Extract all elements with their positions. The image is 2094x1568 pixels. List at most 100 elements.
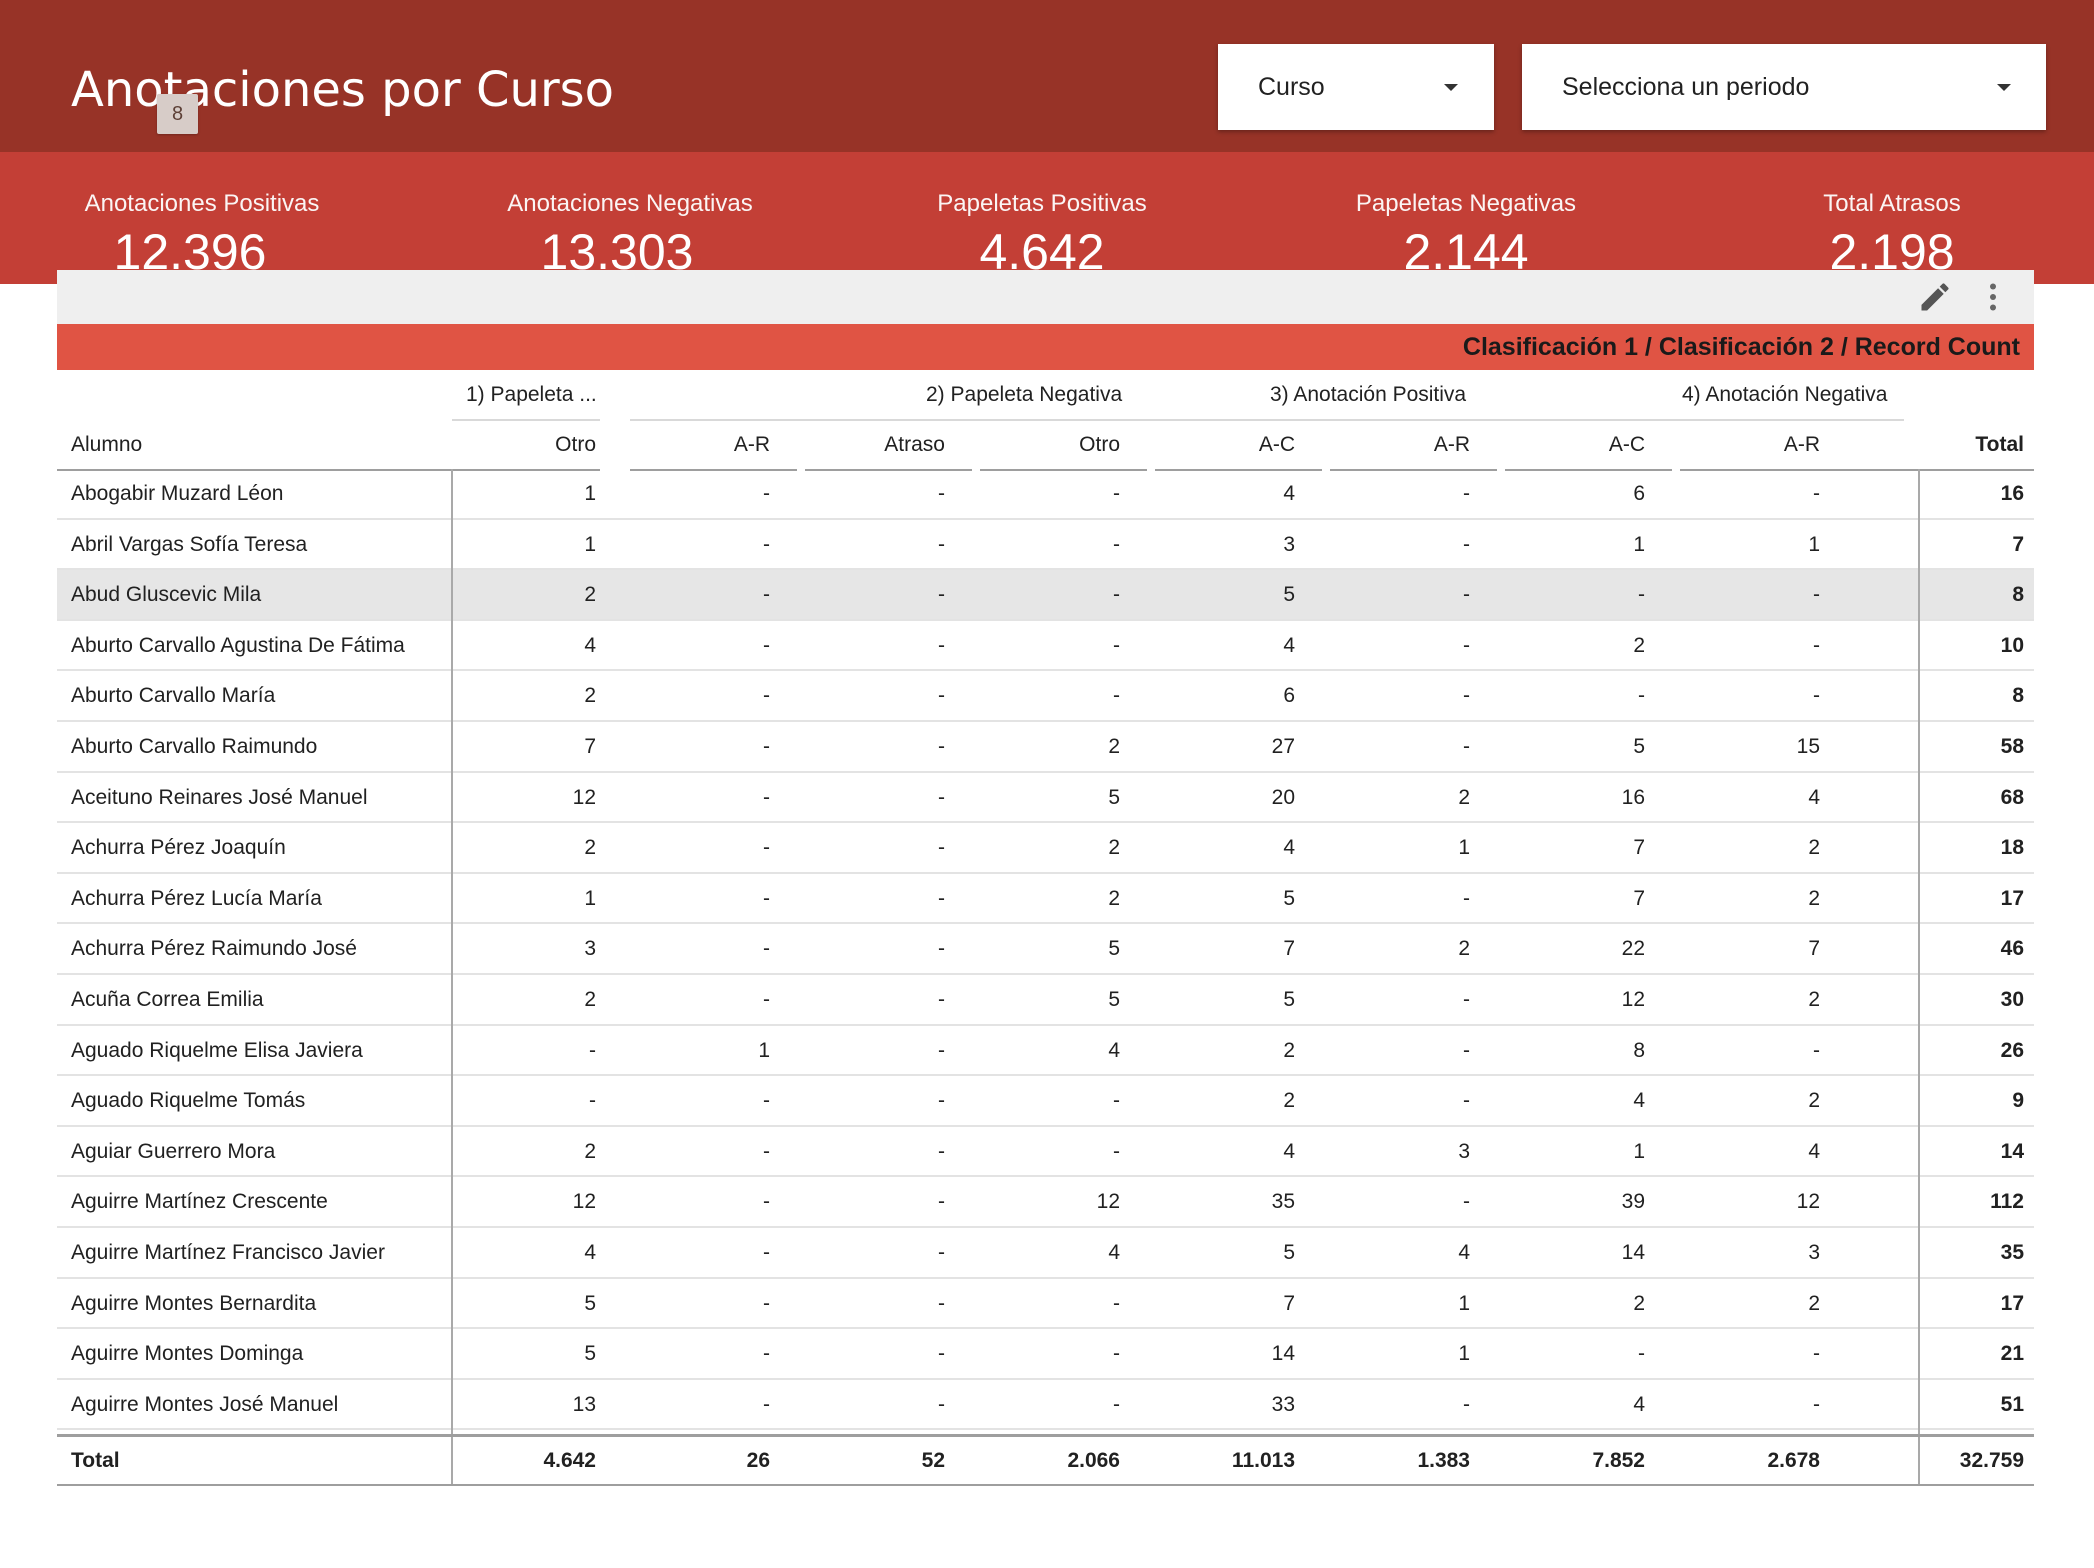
chevron-down-icon <box>1444 84 1458 91</box>
table-cell: 7 <box>1283 937 1295 961</box>
row-total: 17 <box>2000 1291 2024 1315</box>
table-cell: - <box>1463 532 1470 556</box>
table-cell: 3 <box>1283 532 1295 556</box>
table-cell: 7 <box>1633 886 1645 910</box>
chevron-down-icon <box>1997 84 2011 91</box>
table-cell: 4 <box>1108 1240 1120 1264</box>
table-cell: 7 <box>1808 937 1820 961</box>
table-cell: - <box>763 937 770 961</box>
more-vertical-icon[interactable] <box>1975 279 2011 315</box>
table-row[interactable]: Achurra Pérez Joaquín 2 - - 2 4 1 7 2 18 <box>57 823 2034 874</box>
pivot-banner-text: Clasificación 1 / Clasificación 2 / Reco… <box>1462 333 2020 361</box>
table-cell: 3 <box>1808 1240 1820 1264</box>
table-cell: 1 <box>584 532 596 556</box>
table-body: Abogabir Muzard Léon 1- - -4-6-16 Abril Varg… <box>57 469 2034 1431</box>
col-header[interactable]: A-R <box>1330 430 1470 460</box>
page-title: Anotaciones por Curso <box>71 62 615 118</box>
group-divider <box>630 419 1904 421</box>
table-cell: - <box>1463 886 1470 910</box>
totals-cell: 2.066 <box>1067 1449 1120 1472</box>
table-cell: 2 <box>1808 836 1820 860</box>
table-row[interactable]: Abogabir Muzard Léon 1 - - - 4 - 6 - 16 <box>57 469 2034 520</box>
row-name: Aguirre Martínez Crescente <box>71 1190 328 1214</box>
table-cell: - <box>1463 482 1470 505</box>
table-row[interactable]: Aburto Carvallo Raimundo 7 - - 2 27 - 5 15 58 <box>57 722 2034 773</box>
table-cell: - <box>938 1038 945 1062</box>
table-cell: 5 <box>1633 734 1645 758</box>
table-row[interactable]: Acuña Correa Emilia 2 - - 5 5 - 12 2 30 <box>57 975 2034 1026</box>
table-row[interactable]: Aguado Riquelme Elisa Javiera - 1 - 4 2 - 8 - 26 <box>57 1026 2034 1077</box>
table-row[interactable]: Aburto Carvallo Agustina De Fátima 4 - - - 4 -… <box>57 621 2034 672</box>
table-cell: - <box>938 1089 945 1113</box>
table-cell: - <box>1113 1139 1120 1163</box>
table-cell: 4 <box>1808 1139 1820 1163</box>
table-cell: - <box>938 1190 945 1214</box>
table-cell: 1 <box>584 482 596 505</box>
row-name: Aceituno Reinares José Manuel <box>71 785 368 809</box>
row-total: 18 <box>2000 836 2024 860</box>
row-total: 26 <box>2000 1038 2024 1062</box>
table-cell: 5 <box>1283 987 1295 1011</box>
table-cell: 2 <box>584 583 596 607</box>
table-row[interactable]: Aceituno Reinares José Manuel 12 - - 5 20 2 16 4… <box>57 773 2034 824</box>
table-cell: - <box>1463 583 1470 607</box>
table-row[interactable]: Achurra Pérez Raimundo José 3- -5 7 2 22 7 46 <box>57 924 2034 975</box>
col-header[interactable]: Otro <box>452 430 596 460</box>
row-name: Aguirre Martínez Francisco Javier <box>71 1240 385 1264</box>
table-row[interactable]: Aguiar Guerrero Mora 2- - -4 3 1 4 14 <box>57 1127 2034 1178</box>
table-cell: 6 <box>1633 482 1645 505</box>
col-header[interactable]: A-R <box>1680 430 1820 460</box>
pencil-icon[interactable] <box>1917 279 1953 315</box>
table-row[interactable]: Aburto Carvallo María 2 - - - 6 - - - 8 <box>57 671 2034 722</box>
row-total: 21 <box>2000 1342 2024 1366</box>
table-cell: 4 <box>584 633 596 657</box>
table-cell: 2 <box>584 684 596 708</box>
col-header[interactable]: A-C <box>1505 430 1645 460</box>
table-row[interactable]: Aguirre Montes Dominga 5 - - - 14 1 - - 21 <box>57 1329 2034 1380</box>
curso-select[interactable]: Curso <box>1218 44 1494 130</box>
row-name: Aguado Riquelme Tomás <box>71 1089 306 1113</box>
table-cell: - <box>1113 532 1120 556</box>
table-row[interactable]: Abril Vargas Sofía Teresa 1 - - - 3 - 1 1 7 <box>57 520 2034 571</box>
row-name: Achurra Pérez Joaquín <box>71 836 286 860</box>
table-row[interactable]: Aguado Riquelme Tomás - - - - 2 - 4 2 9 <box>57 1076 2034 1127</box>
row-name: Aguado Riquelme Elisa Javiera <box>71 1038 363 1062</box>
col-header[interactable]: A-R <box>630 430 770 460</box>
table-cell: 1 <box>1808 532 1820 556</box>
periodo-select[interactable]: Selecciona un periodo <box>1522 44 2046 130</box>
table-cell: 7 <box>1283 1291 1295 1315</box>
table-row[interactable]: Aguirre Martínez Francisco Javier 4 - - 4 5 4 1… <box>57 1228 2034 1279</box>
table-cell: 2 <box>1458 785 1470 809</box>
table-row[interactable]: Aguirre Martínez Crescente 12 - - 12 35 - 39 12 1… <box>57 1177 2034 1228</box>
table-cell: - <box>1113 1342 1120 1366</box>
table-cell: - <box>938 532 945 556</box>
row-total: 17 <box>2000 886 2024 910</box>
row-name: Acuña Correa Emilia <box>71 987 264 1011</box>
table-cell: - <box>1638 1342 1645 1366</box>
table-cell: - <box>763 684 770 708</box>
col-header[interactable]: Otro <box>980 430 1120 460</box>
col-header[interactable]: Atraso <box>805 430 945 460</box>
col-header[interactable]: A-C <box>1155 430 1295 460</box>
table-cell: 7 <box>584 734 596 758</box>
table-cell: 33 <box>1271 1392 1295 1416</box>
table-cell: 5 <box>1108 987 1120 1011</box>
table-cell: - <box>938 1291 945 1315</box>
table-cell: - <box>1113 583 1120 607</box>
row-name: Aguiar Guerrero Mora <box>71 1139 276 1163</box>
totals-label: Total <box>71 1449 120 1472</box>
chart-toolbar <box>57 270 2034 324</box>
table-cell: 4 <box>584 1240 596 1264</box>
row-total: 112 <box>1990 1190 2024 1214</box>
table-row[interactable]: Achurra Pérez Lucía María 1 - - 2 5 - 7 2 17 <box>57 874 2034 925</box>
table-cell: - <box>763 1089 770 1113</box>
col-header-total[interactable]: Total <box>1920 430 2024 460</box>
curso-select-label: Curso <box>1258 73 1325 101</box>
table-row[interactable]: Abud Gluscevic Mila 2 - - - 5 - - - 8 <box>57 570 2034 621</box>
table-row[interactable]: Aguirre Montes José Manuel 13 - - - 33 - 4 - 51 <box>57 1380 2034 1431</box>
totals-grand-total: 32.759 <box>1959 1449 2024 1472</box>
col-header-alumno[interactable]: Alumno <box>71 430 142 460</box>
table-row[interactable]: Aguirre Montes Bernardita 5 - - - 7 1 2 2 17 <box>57 1279 2034 1330</box>
table-cell: 2 <box>1108 836 1120 860</box>
row-total: 10 <box>2000 633 2024 657</box>
